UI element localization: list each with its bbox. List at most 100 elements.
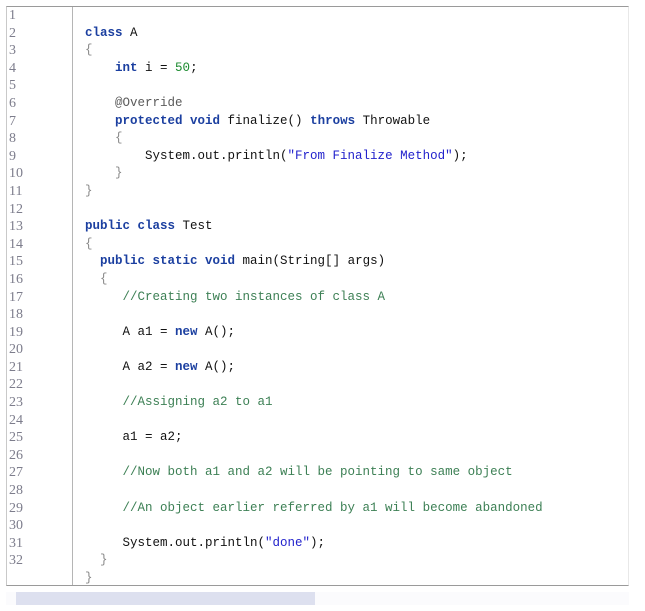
code-token-plain: A a1 = (85, 324, 176, 339)
code-line[interactable]: class A (75, 25, 628, 43)
code-token-plain: ; (190, 60, 198, 75)
code-line[interactable]: a1 = a2; (75, 429, 628, 447)
horizontal-scrollbar-track[interactable] (6, 592, 629, 605)
line-number: 13 (9, 219, 23, 235)
line-number: 3 (9, 43, 16, 59)
code-token-plain: Test (175, 219, 213, 234)
code-token-kw: protected void (115, 113, 221, 128)
code-token-num: 50 (175, 60, 191, 75)
code-token-brace: } (85, 183, 93, 198)
code-line[interactable]: { (75, 42, 628, 60)
code-token-plain: A a2 = (85, 359, 176, 374)
line-number: 4 (9, 60, 16, 76)
code-line[interactable]: } (75, 552, 628, 570)
code-token-plain: i = (137, 60, 176, 75)
line-number: 29 (9, 500, 23, 516)
code-token-brace: } (85, 571, 93, 585)
code-line[interactable]: //Creating two instances of class A (75, 289, 628, 307)
line-number: 9 (9, 148, 16, 164)
code-token-kw: class (85, 25, 123, 40)
line-number: 23 (9, 395, 23, 411)
line-number: 17 (9, 289, 23, 305)
code-token-plain: System.out.println( (85, 535, 266, 550)
code-content-area[interactable]: class A{ int i = 50; @Override protected… (75, 7, 628, 585)
code-token-brace: { (100, 271, 108, 286)
code-token-cmt: //Now both a1 and a2 will be pointing to… (122, 465, 513, 480)
line-number: 7 (9, 113, 16, 129)
line-number: 8 (9, 131, 16, 147)
line-number: 1 (9, 8, 16, 23)
horizontal-scrollbar-thumb[interactable] (16, 592, 315, 605)
code-line[interactable] (75, 447, 628, 465)
code-token-plain: A (122, 25, 138, 40)
line-number: 2 (9, 25, 16, 41)
code-token-brace: { (115, 131, 123, 146)
line-number: 11 (9, 183, 23, 199)
line-number: 26 (9, 447, 23, 463)
code-line[interactable]: System.out.println("From Finalize Method… (75, 148, 628, 166)
line-number: 6 (9, 95, 16, 111)
code-line[interactable]: } (75, 165, 628, 183)
code-token-kw: new (175, 359, 198, 374)
code-line[interactable]: protected void finalize() throws Throwab… (75, 113, 628, 131)
code-token-kw: new (175, 324, 198, 339)
line-number: 31 (9, 535, 23, 551)
code-line[interactable] (75, 412, 628, 430)
code-line[interactable] (75, 77, 628, 95)
code-line[interactable] (75, 376, 628, 394)
code-line[interactable]: A a2 = new A(); (75, 359, 628, 377)
line-number: 16 (9, 271, 23, 287)
line-number: 5 (9, 78, 16, 94)
code-token-plain: ); (310, 535, 326, 550)
code-line[interactable]: { (75, 236, 628, 254)
code-token-str: "done" (265, 535, 311, 550)
code-line[interactable]: A a1 = new A(); (75, 324, 628, 342)
code-line[interactable]: int i = 50; (75, 60, 628, 78)
code-token-cmt: //Creating two instances of class A (122, 289, 386, 304)
line-number: 25 (9, 430, 23, 446)
code-token-plain: System.out.println( (85, 148, 288, 163)
code-line[interactable]: //Assigning a2 to a1 (75, 394, 628, 412)
line-number: 21 (9, 359, 23, 375)
code-token-brace: } (115, 166, 123, 181)
line-number: 27 (9, 465, 23, 481)
code-token-ann: @Override (115, 95, 183, 110)
code-line[interactable] (75, 517, 628, 535)
line-number: 28 (9, 483, 23, 499)
code-token-plain: finalize() (220, 113, 311, 128)
code-line[interactable]: { (75, 130, 628, 148)
code-line[interactable]: //Now both a1 and a2 will be pointing to… (75, 464, 628, 482)
code-line[interactable] (75, 306, 628, 324)
line-number: 22 (9, 377, 23, 393)
line-number: 19 (9, 324, 23, 340)
code-token-plain: Throwable (355, 113, 431, 128)
code-token-plain: a1 = a2; (85, 430, 183, 445)
code-line[interactable] (75, 201, 628, 219)
code-line[interactable]: public static void main(String[] args) (75, 253, 628, 271)
code-editor-pane[interactable]: 1 2 3 4 5 6 7 8 9 10 11 12 13 14 15 16 17 18 19 20 21 22 23 24 2… (6, 6, 629, 586)
code-line[interactable]: System.out.println("done"); (75, 535, 628, 553)
code-token-plain: A(); (197, 324, 236, 339)
code-line[interactable]: { (75, 271, 628, 289)
code-line[interactable]: //An object earlier referred by a1 will … (75, 500, 628, 518)
code-token-cmt: //An object earlier referred by a1 will … (122, 500, 543, 515)
code-line[interactable]: @Override (75, 95, 628, 113)
code-line[interactable] (75, 341, 628, 359)
line-number: 12 (9, 201, 23, 217)
code-line[interactable] (75, 7, 628, 25)
line-number: 20 (9, 342, 23, 358)
code-line[interactable]: } (75, 183, 628, 201)
code-line[interactable]: } (75, 570, 628, 585)
code-line[interactable]: public class Test (75, 218, 628, 236)
code-line[interactable] (75, 482, 628, 500)
line-number: 10 (9, 166, 23, 182)
line-number: 15 (9, 254, 23, 270)
